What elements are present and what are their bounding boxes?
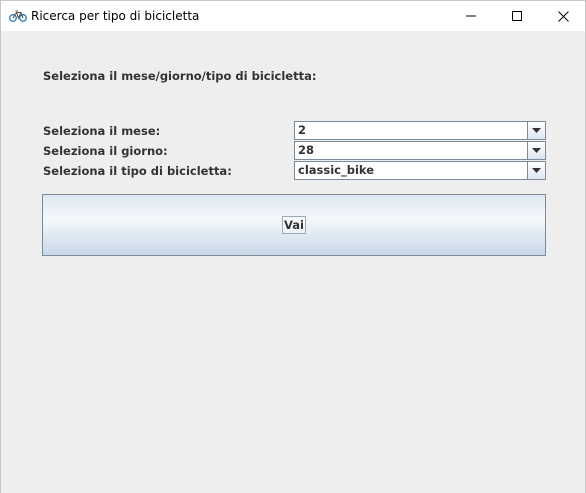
vai-button-label: Vai — [282, 216, 306, 234]
bike-type-select[interactable]: classic_bike — [294, 161, 546, 180]
month-select-value: 2 — [298, 123, 307, 137]
content-panel: Seleziona il mese/giorno/tipo di bicicle… — [1, 31, 585, 493]
minimize-button[interactable] — [448, 1, 494, 31]
close-icon — [557, 10, 569, 22]
chevron-down-icon — [532, 128, 541, 133]
title-bar[interactable]: Ricerca per tipo di bicicletta — [1, 1, 585, 31]
close-button[interactable] — [540, 1, 586, 31]
month-select[interactable]: 2 — [294, 121, 546, 140]
vai-button[interactable]: Vai — [42, 194, 546, 256]
bike-type-select-value: classic_bike — [298, 163, 375, 177]
day-select-value: 28 — [298, 143, 315, 157]
day-select[interactable]: 28 — [294, 141, 546, 160]
chevron-down-icon — [532, 148, 541, 153]
chevron-down-icon — [532, 168, 541, 173]
bicycle-icon — [9, 10, 27, 22]
window-title: Ricerca per tipo di bicicletta — [31, 9, 200, 23]
maximize-icon — [512, 11, 522, 21]
maximize-button[interactable] — [494, 1, 540, 31]
bike-type-dropdown-button[interactable] — [527, 162, 545, 179]
month-label: Seleziona il mese: — [43, 124, 161, 138]
form-heading: Seleziona il mese/giorno/tipo di bicicle… — [43, 69, 317, 83]
bike-type-label: Seleziona il tipo di bicicletta: — [43, 164, 232, 178]
day-label: Seleziona il giorno: — [43, 144, 168, 158]
app-window: Ricerca per tipo di bicicletta Seleziona… — [0, 0, 586, 493]
day-dropdown-button[interactable] — [527, 142, 545, 159]
minimize-icon — [466, 15, 476, 17]
month-dropdown-button[interactable] — [527, 122, 545, 139]
